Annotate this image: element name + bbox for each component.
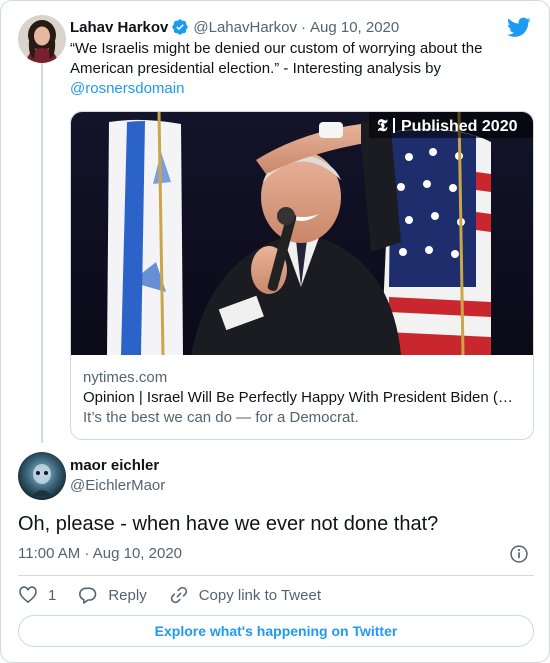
reply-author-name[interactable]: maor eichler: [70, 456, 159, 476]
link-preview-meta: nytimes.com Opinion | Israel Will Be Per…: [83, 368, 523, 428]
quoted-tweet-header: Lahav Harkov @LahavHarkov · Aug 10, 2020: [70, 16, 399, 38]
reply-icon: [79, 587, 97, 604]
reply-timestamp[interactable]: 11:00 AM · Aug 10, 2020: [18, 544, 182, 564]
separator-dot: ·: [301, 18, 306, 36]
heart-icon: [19, 586, 37, 604]
author-name[interactable]: Lahav Harkov: [70, 19, 168, 36]
like-action[interactable]: 1: [18, 585, 56, 605]
author-handle[interactable]: @LahavHarkov: [193, 19, 297, 36]
link-preview-image[interactable]: 𝕿 Published 2020: [71, 112, 533, 355]
explore-button[interactable]: Explore what's happening on Twitter: [18, 615, 534, 647]
quoted-tweet-text: “We Israelis might be denied our custom …: [70, 39, 500, 99]
reply-label: Reply: [108, 586, 147, 604]
nyt-logo-icon: 𝕿: [377, 116, 388, 135]
thread-connector-line: [41, 63, 43, 443]
tweet-embed-card: Lahav Harkov @LahavHarkov · Aug 10, 2020…: [0, 0, 550, 663]
link-domain: nytimes.com: [83, 369, 168, 386]
twitter-bird-icon[interactable]: [507, 15, 531, 39]
link-description: It’s the best we can do — for a Democrat…: [83, 409, 359, 426]
reply-action[interactable]: Reply: [78, 585, 147, 605]
verified-badge-icon: [172, 19, 189, 35]
link-title[interactable]: Opinion | Israel Will Be Perfectly Happy…: [83, 388, 523, 408]
reply-tweet-text: Oh, please - when have we ever not done …: [18, 513, 439, 535]
copy-link-action[interactable]: Copy link to Tweet: [169, 585, 321, 605]
maor-eichler-avatar[interactable]: [18, 452, 66, 500]
like-count: 1: [48, 586, 57, 604]
info-icon[interactable]: [509, 544, 529, 564]
tweet-date[interactable]: Aug 10, 2020: [310, 19, 399, 36]
link-icon: [170, 586, 187, 604]
actions-divider: [18, 575, 534, 576]
link-preview-card[interactable]: 𝕿 Published 2020 nytimes.com Opinion | I…: [70, 111, 534, 440]
reply-author-handle[interactable]: @EichlerMaor: [70, 476, 165, 496]
copy-link-label: Copy link to Tweet: [198, 586, 321, 604]
tweet-actions-bar: 1 Reply Copy link to Tweet: [18, 583, 343, 607]
mention-link[interactable]: @rosnersdomain: [70, 80, 184, 97]
lahav-harkov-avatar[interactable]: [18, 15, 66, 63]
published-badge: Published 2020: [401, 118, 518, 135]
quoted-tweet-body: “We Israelis might be denied our custom …: [70, 40, 483, 77]
